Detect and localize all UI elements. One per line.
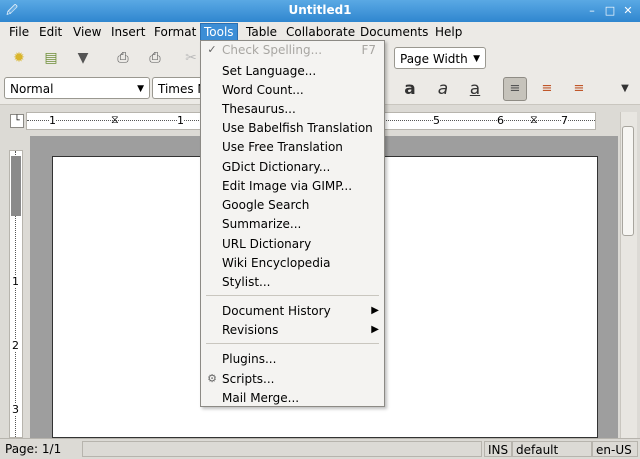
right-indent-marker[interactable]: ⧖ [530,113,538,127]
menu-item-stylist[interactable]: Stylist... [222,273,271,291]
submenu-arrow-icon: ▶ [371,324,379,335]
current-style: default [512,441,592,457]
zoom-value: Page Width [400,52,468,66]
menu-separator [206,295,379,296]
ruler-number: 1 [49,114,56,127]
language[interactable]: en-US [592,441,638,457]
italic-icon[interactable]: a [432,78,454,100]
menu-item-set-language[interactable]: Set Language... [222,62,316,80]
left-indent-marker[interactable]: ⧖ [111,113,119,127]
scripts-gear-icon: ⚙ [207,372,217,385]
bold-icon[interactable]: a [399,78,421,100]
insert-mode[interactable]: INS [484,441,512,457]
ruler-number: 7 [561,114,568,127]
new-document-icon[interactable]: ✹ [8,47,30,69]
chevron-down-icon: ▼ [473,54,480,64]
underline-icon[interactable]: a [464,78,486,100]
scrollbar-thumb[interactable] [622,126,634,236]
menu-item-check-spelling[interactable]: Check Spelling... [222,41,322,59]
toolbar-overflow-icon[interactable]: ▼ [614,78,636,100]
status-message [82,441,482,457]
menu-table[interactable]: Table [243,24,280,40]
chevron-down-icon: ▼ [137,84,144,94]
menu-item-wiki-encyclopedia[interactable]: Wiki Encyclopedia [222,254,331,272]
menu-format[interactable]: Format [151,24,199,40]
ruler-number: 1 [12,275,19,288]
print-icon[interactable]: ⎙ [144,47,166,69]
close-icon[interactable]: ✕ [620,3,636,19]
menu-item-revisions[interactable]: Revisions [222,321,278,339]
menu-edit[interactable]: Edit [36,24,65,40]
menu-file[interactable]: File [6,24,32,40]
tools-menu: ✓ Check Spelling... F7 Set Language... W… [200,40,385,407]
print-preview-icon[interactable]: ⎙ [112,47,134,69]
menu-item-summarize[interactable]: Summarize... [222,215,301,233]
menu-help[interactable]: Help [432,24,465,40]
open-folder-icon[interactable]: ▤ [40,47,62,69]
menu-item-thesaurus[interactable]: Thesaurus... [222,100,296,118]
menu-item-url-dictionary[interactable]: URL Dictionary [222,235,311,253]
page-count: Page: 1/1 [5,442,62,456]
menu-item-scripts[interactable]: Scripts... [222,370,275,388]
menu-view[interactable]: View [70,24,104,40]
status-bar: Page: 1/1 INS default en-US [0,438,640,459]
tab-stop-selector[interactable]: └ [10,114,24,128]
menu-separator [206,343,379,344]
zoom-select[interactable]: Page Width ▼ [394,47,486,69]
style-value: Normal [10,82,54,96]
ruler-number: 1 [177,114,184,127]
menu-documents[interactable]: Documents [357,24,431,40]
maximize-icon[interactable]: □ [602,3,618,19]
ruler-number: 6 [497,114,504,127]
style-select[interactable]: Normal ▼ [4,77,150,99]
menu-item-free-translation[interactable]: Use Free Translation [222,138,343,156]
menu-item-document-history[interactable]: Document History [222,302,331,320]
vertical-margin-marker [11,156,21,216]
menu-item-plugins[interactable]: Plugins... [222,350,276,368]
save-icon[interactable]: ▼ [72,47,94,69]
window-title: Untitled1 [288,3,352,17]
align-center-icon[interactable]: ≡ [536,78,558,100]
menu-item-google-search[interactable]: Google Search [222,196,309,214]
align-left-icon[interactable]: ≡ [503,77,527,101]
menu-tools[interactable]: Tools [200,23,238,41]
menu-insert[interactable]: Insert [108,24,148,40]
spell-check-icon: ✓ [207,43,217,56]
align-justify-icon[interactable]: ≡ [568,78,590,100]
minimize-icon[interactable]: – [584,3,600,19]
submenu-arrow-icon: ▶ [371,305,379,316]
cut-icon[interactable]: ✂ [180,47,202,69]
menu-item-word-count[interactable]: Word Count... [222,81,304,99]
ruler-number: 5 [433,114,440,127]
menu-item-mail-merge[interactable]: Mail Merge... [222,389,299,407]
ruler-number: 3 [12,403,19,416]
menu-item-edit-image-gimp[interactable]: Edit Image via GIMP... [222,177,352,195]
title-bar: 🖉 Untitled1 – □ ✕ [0,0,640,23]
menu-collaborate[interactable]: Collaborate [283,24,358,40]
ruler-number: 2 [12,339,19,352]
shortcut-f7: F7 [361,43,376,57]
menu-item-babelfish[interactable]: Use Babelfish Translation [222,119,373,137]
menu-item-gdict[interactable]: GDict Dictionary... [222,158,330,176]
